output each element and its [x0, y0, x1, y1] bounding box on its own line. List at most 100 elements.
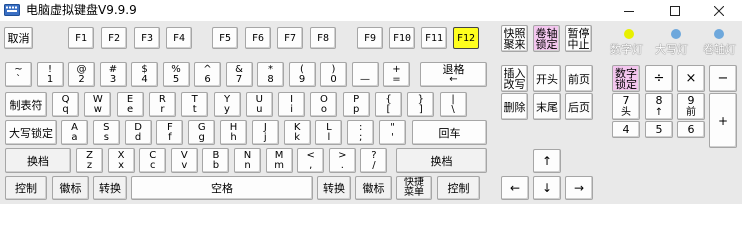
key-context-menu[interactable]: 快捷 菜单	[396, 176, 432, 200]
key-f4[interactable]: F4	[166, 27, 192, 49]
key-arrow-left[interactable]: ←	[501, 176, 529, 200]
key-z-row-3[interactable]: Vv	[170, 148, 198, 173]
key-ctrl-left[interactable]: 控制	[5, 176, 47, 200]
key-num-divide[interactable]: ÷	[645, 65, 673, 92]
key-num-minus[interactable]: −	[709, 65, 737, 92]
key-f7[interactable]: F7	[277, 27, 303, 49]
key-num-row-7[interactable]: & 7	[225, 62, 253, 87]
key-num-row-0[interactable]: ~ `	[5, 62, 32, 87]
key-q-row-10[interactable]: {[	[375, 92, 402, 117]
key-end[interactable]: 末尾	[533, 93, 561, 120]
key-f2[interactable]: F2	[101, 27, 127, 49]
key-f9[interactable]: F9	[357, 27, 383, 49]
key-a-row-6[interactable]: Jj	[251, 120, 279, 145]
key-z-row-9[interactable]: ? /	[360, 148, 388, 173]
key-f10[interactable]: F10	[389, 27, 415, 49]
key-page-up[interactable]: 前页	[565, 65, 593, 92]
key-page-down[interactable]: 后页	[565, 93, 593, 120]
key-num-5[interactable]: 5	[645, 121, 673, 138]
key-backspace[interactable]: 退格 ←	[420, 62, 487, 87]
key-f6[interactable]: F6	[245, 27, 271, 49]
key-num-row-5[interactable]: % 5	[162, 62, 190, 87]
key-num-row-6[interactable]: ^ 6	[194, 62, 221, 87]
key-arrow-up[interactable]: ↑	[533, 149, 561, 173]
key-z-row-6[interactable]: Mm	[265, 148, 293, 173]
key-z-row-1[interactable]: Xx	[107, 148, 135, 173]
key-num-row-9[interactable]: (9	[288, 62, 316, 87]
key-z-row-2[interactable]: Cc	[139, 148, 167, 173]
key-q-row-3[interactable]: Rr	[148, 92, 176, 117]
key-f8[interactable]: F8	[310, 27, 336, 49]
key-z-row-4[interactable]: Bb	[202, 148, 230, 173]
key-z-row-7[interactable]: <,	[297, 148, 325, 173]
key-num-row-2[interactable]: @2	[68, 62, 95, 87]
key-num-lock[interactable]: 数字 锁定	[612, 65, 640, 92]
key-a-row-0[interactable]: Aa	[61, 120, 88, 145]
key-num-row-8[interactable]: * 8	[257, 62, 284, 87]
key-q-row-11[interactable]: }]	[407, 92, 435, 117]
key-cancel[interactable]: 取消	[4, 27, 33, 49]
key-q-row-4[interactable]: Tt	[181, 92, 209, 117]
key-num-row-12[interactable]: + =	[383, 62, 410, 87]
key-a-row-10[interactable]: " '	[379, 120, 406, 145]
key-z-row-5[interactable]: Nn	[234, 148, 261, 173]
key-q-row-9[interactable]: Pp	[342, 92, 370, 117]
key-num-multiply[interactable]: ×	[677, 65, 705, 92]
key-a-row-9[interactable]: :;	[347, 120, 375, 145]
key-a-row-7[interactable]: Kk	[283, 120, 311, 145]
key-home[interactable]: 开头	[533, 65, 561, 92]
key-scroll-lock[interactable]: 卷轴 锁定	[533, 25, 560, 52]
key-caps-lock[interactable]: 大写锁定	[5, 120, 57, 145]
key-f11[interactable]: F11	[421, 27, 447, 49]
key-z-row-8[interactable]: >.	[328, 148, 356, 173]
key-shift-left[interactable]: 换档	[5, 148, 71, 173]
key-num-row-11[interactable]: —	[351, 62, 379, 87]
key-num-4[interactable]: 4	[612, 121, 640, 138]
key-q-row-1[interactable]: Ww	[84, 92, 112, 117]
key-enter[interactable]: 回车	[412, 120, 487, 145]
key-q-row-8[interactable]: Oo	[310, 92, 338, 117]
key-num-7[interactable]: 7 头	[612, 93, 640, 120]
key-num-8[interactable]: 8 ↑	[645, 93, 673, 120]
key-shift-right[interactable]: 换档	[396, 148, 487, 173]
key-win-left[interactable]: 徽标	[52, 176, 89, 200]
key-a-row-1[interactable]: Ss	[92, 120, 120, 145]
key-q-row-12[interactable]: | \	[439, 92, 467, 117]
key-a-row-2[interactable]: Dd	[124, 120, 152, 145]
key-delete[interactable]: 删除	[501, 93, 528, 120]
key-q-row-2[interactable]: Ee	[116, 92, 144, 117]
key-num-row-10[interactable]: ) 0	[320, 62, 347, 87]
key-q-row-7[interactable]: Ii	[278, 92, 306, 117]
key-num-row-3[interactable]: #3	[99, 62, 127, 87]
minimize-button[interactable]	[606, 0, 652, 21]
key-q-row-0[interactable]: Qq	[52, 92, 79, 117]
key-f12[interactable]: F12	[453, 27, 479, 49]
key-win-right[interactable]: 徽标	[355, 176, 392, 200]
key-z-row-0[interactable]: Zz	[76, 148, 103, 173]
key-num-row-4[interactable]: $4	[131, 62, 158, 87]
key-pause[interactable]: 暂停 中止	[565, 25, 592, 52]
key-q-row-6[interactable]: Uu	[245, 92, 273, 117]
close-button[interactable]	[696, 0, 742, 21]
key-num-row-1[interactable]: ! 1	[36, 62, 64, 87]
key-f1[interactable]: F1	[68, 27, 94, 49]
key-q-row-5[interactable]: Yy	[213, 92, 241, 117]
key-alt-left[interactable]: 转换	[93, 176, 127, 200]
key-tab[interactable]: 制表符	[5, 92, 47, 117]
key-a-row-3[interactable]: Ff	[156, 120, 184, 145]
key-num-plus[interactable]: +	[709, 93, 737, 148]
maximize-button[interactable]	[652, 0, 698, 21]
key-alt-right[interactable]: 转换	[317, 176, 351, 200]
key-arrow-right[interactable]: →	[565, 176, 593, 200]
key-insert[interactable]: 插入 改写	[501, 65, 528, 92]
key-a-row-5[interactable]: Hh	[220, 120, 247, 145]
key-arrow-down[interactable]: ↓	[533, 176, 561, 200]
key-print-screen[interactable]: 快照 聚来	[501, 25, 528, 52]
key-f3[interactable]: F3	[134, 27, 160, 49]
key-a-row-4[interactable]: Gg	[188, 120, 216, 145]
key-a-row-8[interactable]: Ll	[315, 120, 343, 145]
key-f5[interactable]: F5	[212, 27, 238, 49]
key-num-9[interactable]: 9 前	[677, 93, 705, 120]
key-num-6[interactable]: 6	[677, 121, 705, 138]
key-space[interactable]: 空格	[131, 176, 313, 200]
